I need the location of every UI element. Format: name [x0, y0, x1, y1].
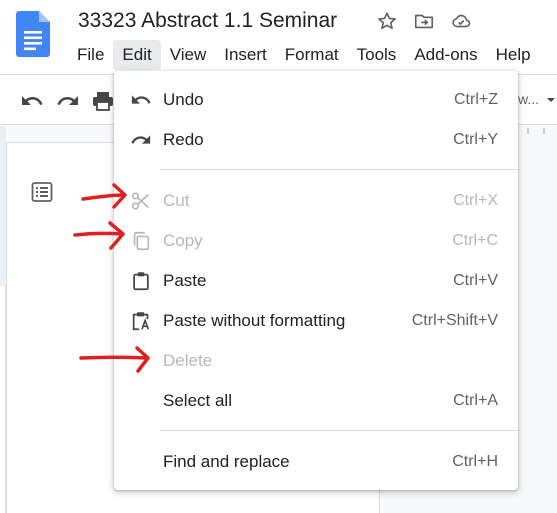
undo-icon — [131, 95, 151, 104]
menu-item-label: Select all — [163, 391, 232, 410]
menu-item-undo[interactable]: Undo Ctrl+Z — [114, 80, 518, 120]
dropdown-caret-icon[interactable] — [546, 95, 556, 105]
menu-tools[interactable]: Tools — [348, 40, 406, 70]
print-icon[interactable] — [91, 89, 115, 113]
menu-item-shortcut: Ctrl+Z — [454, 91, 498, 108]
menu-file[interactable]: File — [68, 40, 113, 70]
move-to-folder-icon[interactable] — [413, 10, 435, 32]
clipboard-paste-icon — [133, 272, 149, 291]
menu-item-shortcut: Ctrl+H — [452, 453, 498, 470]
google-docs-logo-icon[interactable] — [16, 11, 50, 57]
menu-item-paste[interactable]: Paste Ctrl+V — [114, 261, 518, 301]
menu-help[interactable]: Help — [487, 40, 540, 70]
menu-item-redo[interactable]: Redo Ctrl+Y — [114, 120, 518, 160]
menu-edit[interactable]: Edit — [113, 40, 161, 70]
edit-menu-dropdown: Undo Ctrl+Z Redo Ctrl+Y Cut Ctrl+X Copy … — [114, 71, 518, 490]
menu-item-delete[interactable]: Delete — [114, 341, 518, 381]
copy-icon — [133, 231, 150, 251]
redo-icon[interactable] — [56, 89, 80, 113]
menu-bar: File Edit View Insert Format Tools Add-o… — [68, 40, 540, 70]
menu-item-label: Redo — [163, 130, 204, 149]
menu-item-find-and-replace[interactable]: Find and replace Ctrl+H — [114, 442, 518, 482]
menu-divider — [160, 169, 518, 170]
document-outline-icon[interactable] — [30, 180, 54, 204]
document-title[interactable]: 33323 Abstract 1.1 Seminar — [78, 9, 337, 33]
menu-item-shortcut: Ctrl+Y — [453, 131, 498, 148]
redo-icon — [131, 135, 151, 144]
menu-add-ons[interactable]: Add-ons — [405, 40, 486, 70]
menu-item-label: Delete — [163, 351, 213, 370]
horizontal-ruler — [527, 128, 545, 134]
menu-item-shortcut: Ctrl+A — [453, 392, 498, 409]
menu-item-shortcut: Ctrl+Shift+V — [411, 312, 498, 329]
annotation-arrow-delete — [79, 346, 150, 373]
menu-item-shortcut: Ctrl+C — [452, 232, 498, 249]
font-selector-fragment[interactable]: w... — [518, 91, 539, 107]
menu-view[interactable]: View — [161, 40, 216, 70]
star-icon[interactable] — [376, 10, 398, 32]
side-strip — [0, 126, 6, 286]
menu-item-paste-without-formatting[interactable]: Paste without formatting Ctrl+Shift+V — [114, 301, 518, 341]
menu-item-label: Undo — [163, 90, 204, 109]
vertical-ruler — [0, 286, 6, 513]
menu-item-label: Paste — [163, 271, 207, 290]
menu-item-label: Copy — [163, 231, 203, 250]
menu-item-label: Cut — [163, 191, 190, 210]
menu-item-select-all[interactable]: Select all Ctrl+A — [114, 381, 518, 421]
menu-item-shortcut: Ctrl+X — [453, 192, 498, 209]
menu-item-cut[interactable]: Cut Ctrl+X — [114, 181, 518, 221]
menu-format[interactable]: Format — [276, 40, 348, 70]
menu-insert[interactable]: Insert — [215, 40, 276, 70]
undo-icon[interactable] — [20, 89, 44, 113]
scissors-icon — [131, 192, 149, 210]
menu-item-copy[interactable]: Copy Ctrl+C — [114, 221, 518, 261]
menu-item-shortcut: Ctrl+V — [453, 272, 498, 289]
cloud-saved-icon[interactable] — [450, 10, 472, 32]
menu-item-label: Find and replace — [163, 452, 290, 471]
menu-item-label: Paste without formatting — [163, 311, 346, 330]
paste-plain-text-icon — [132, 312, 150, 331]
annotation-arrow-cut — [81, 183, 127, 209]
menu-divider — [160, 430, 518, 431]
annotation-arrow-copy — [73, 221, 125, 250]
